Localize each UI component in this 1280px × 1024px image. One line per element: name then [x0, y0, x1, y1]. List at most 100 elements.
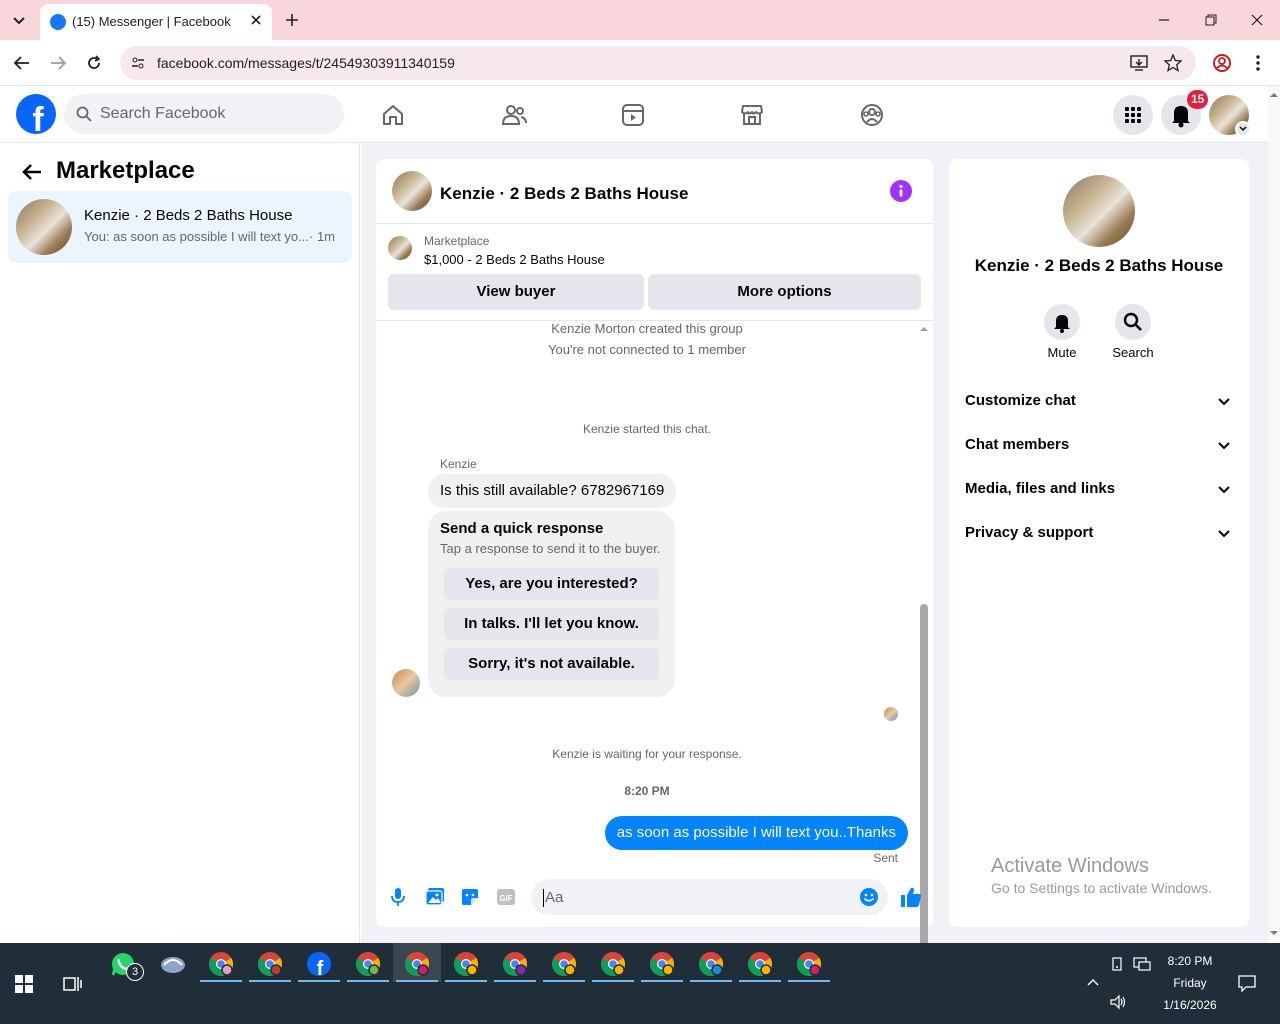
taskbar-chrome-icon[interactable]: [502, 951, 528, 977]
quick-response-in-talks-button[interactable]: In talks. I'll let you know.: [444, 608, 659, 640]
emoji-icon[interactable]: [859, 887, 879, 907]
volume-icon[interactable]: [1109, 994, 1127, 1010]
search-conversation-button[interactable]: [1115, 304, 1151, 340]
sent-status: Sent: [873, 851, 898, 865]
taskbar-chrome-icon[interactable]: [404, 951, 430, 977]
page-scroll-down-icon[interactable]: [1268, 928, 1280, 938]
page-scroll-up-icon[interactable]: [1268, 90, 1280, 100]
windows-start-icon[interactable]: [15, 975, 33, 993]
network-icon[interactable]: [1133, 956, 1151, 972]
scroll-up-icon[interactable]: [919, 324, 929, 334]
quick-response-yes-button[interactable]: Yes, are you interested?: [444, 568, 659, 600]
minimize-icon[interactable]: [1156, 12, 1172, 28]
chat-info-avatar[interactable]: [1063, 175, 1135, 247]
taskbar-chrome-icon[interactable]: [649, 951, 675, 977]
voice-clip-icon[interactable]: [390, 887, 406, 907]
taskbar-running-indicator: [494, 980, 536, 982]
browser-tab[interactable]: (15) Messenger | Facebook: [40, 4, 272, 40]
close-window-icon[interactable]: [1249, 12, 1265, 28]
panel-title: Marketplace: [56, 157, 195, 184]
account-chevron-icon[interactable]: [1235, 121, 1251, 137]
listing-title[interactable]: $1,000 - 2 Beds 2 Baths House: [424, 252, 605, 267]
svg-text:f: f: [317, 958, 324, 977]
taskbar-chrome-icon[interactable]: [747, 951, 773, 977]
svg-text:GIF: GIF: [499, 894, 512, 903]
sender-avatar[interactable]: [392, 669, 420, 697]
home-icon[interactable]: [381, 103, 405, 127]
profile-icon[interactable]: [1212, 53, 1232, 73]
taskbar-chrome-icon[interactable]: [257, 951, 283, 977]
back-icon[interactable]: [13, 55, 31, 71]
install-app-icon[interactable]: [1130, 54, 1148, 72]
thumbs-up-icon[interactable]: [900, 886, 922, 908]
photo-icon[interactable]: [425, 887, 445, 907]
marketplace-icon[interactable]: [740, 103, 764, 127]
clock-date: 1/16/2026: [1163, 998, 1217, 1012]
sticker-icon[interactable]: [460, 887, 480, 907]
reload-icon[interactable]: [85, 54, 103, 72]
system-message: You're not connected to 1 member: [548, 342, 746, 357]
menu-kebab-icon[interactable]: [1250, 54, 1266, 72]
taskbar-chrome-icon[interactable]: [453, 951, 479, 977]
taskbar-chrome-icon[interactable]: [796, 951, 822, 977]
site-info-icon[interactable]: [130, 55, 146, 71]
taskbar-chrome-icon[interactable]: [208, 951, 234, 977]
mute-label: Mute: [1047, 345, 1077, 360]
taskbar-running-indicator: [249, 980, 291, 982]
chat-scrollbar[interactable]: [919, 322, 929, 1021]
conversation-panel: Kenzie · 2 Beds 2 Baths House Marketplac…: [376, 159, 933, 1021]
action-center-icon[interactable]: [1238, 974, 1256, 992]
quick-response-unavailable-button[interactable]: Sorry, it's not available.: [444, 648, 659, 680]
restore-icon[interactable]: [1203, 12, 1219, 28]
view-buyer-button[interactable]: View buyer: [388, 274, 644, 310]
privacy-support-section[interactable]: Privacy & support: [957, 515, 1241, 551]
back-arrow-icon[interactable]: [21, 162, 43, 182]
message-input[interactable]: Aa: [531, 879, 888, 915]
info-icon[interactable]: [890, 180, 912, 202]
chat-info-panel: Kenzie · 2 Beds 2 Baths House Mute Searc…: [949, 159, 1249, 927]
text-cursor: [543, 889, 544, 907]
forward-icon[interactable]: [49, 55, 67, 71]
taskbar-chrome-icon[interactable]: [698, 951, 724, 977]
groups-icon[interactable]: [860, 103, 884, 127]
menu-grid-button[interactable]: [1113, 95, 1153, 135]
search-facebook-input[interactable]: Search Facebook: [64, 94, 344, 134]
chat-list-item[interactable]: Kenzie · 2 Beds 2 Baths House You: as so…: [8, 191, 352, 263]
new-tab-icon[interactable]: [284, 12, 300, 28]
clock-time[interactable]: 8:20 PM: [1150, 954, 1230, 968]
taskbar-chrome-icon[interactable]: [355, 951, 381, 977]
mute-button[interactable]: [1044, 304, 1080, 340]
taskbar-running-indicator: [396, 980, 438, 982]
media-files-links-section[interactable]: Media, files and links: [957, 471, 1241, 507]
task-view-icon[interactable]: [62, 974, 82, 994]
tray-device-icon[interactable]: [1110, 956, 1126, 972]
incoming-message-bubble[interactable]: Is this still available? 6782967169: [428, 474, 677, 508]
outgoing-message-bubble[interactable]: as soon as possible I will text you..Tha…: [604, 816, 908, 850]
bookmark-star-icon[interactable]: [1164, 54, 1182, 72]
chat-item-name: Kenzie · 2 Beds 2 Baths House: [84, 207, 293, 224]
taskbar-chrome-icon[interactable]: [551, 951, 577, 977]
address-bar[interactable]: facebook.com/messages/t/2454930391134015…: [120, 46, 1196, 80]
page-scrollbar[interactable]: [1268, 86, 1280, 943]
app-pinned-icon[interactable]: [160, 953, 186, 977]
chat-header-title[interactable]: Kenzie · 2 Beds 2 Baths House: [440, 184, 688, 204]
taskbar-facebook-icon[interactable]: f: [306, 951, 332, 977]
more-options-button[interactable]: More options: [648, 274, 921, 310]
url-text[interactable]: facebook.com/messages/t/2454930391134015…: [157, 55, 455, 71]
video-icon[interactable]: [621, 103, 645, 127]
chevron-down-icon: [1218, 530, 1230, 538]
chat-header-thumbnail[interactable]: [392, 171, 432, 211]
friends-icon[interactable]: [501, 103, 527, 127]
search-label: Search: [1112, 345, 1154, 360]
chat-members-section[interactable]: Chat members: [957, 427, 1241, 463]
facebook-logo-icon[interactable]: f: [16, 94, 56, 134]
taskbar-chrome-icon[interactable]: [600, 951, 626, 977]
chevron-down-icon: [1218, 442, 1230, 450]
customize-chat-section[interactable]: Customize chat: [957, 383, 1241, 419]
tab-search-icon[interactable]: [10, 12, 28, 28]
tray-chevron-up-icon[interactable]: [1086, 977, 1100, 987]
tab-close-icon[interactable]: [248, 12, 264, 28]
taskbar-running-indicator: [200, 980, 242, 982]
gif-icon[interactable]: GIF: [496, 887, 516, 907]
listing-label: Marketplace: [424, 234, 490, 248]
